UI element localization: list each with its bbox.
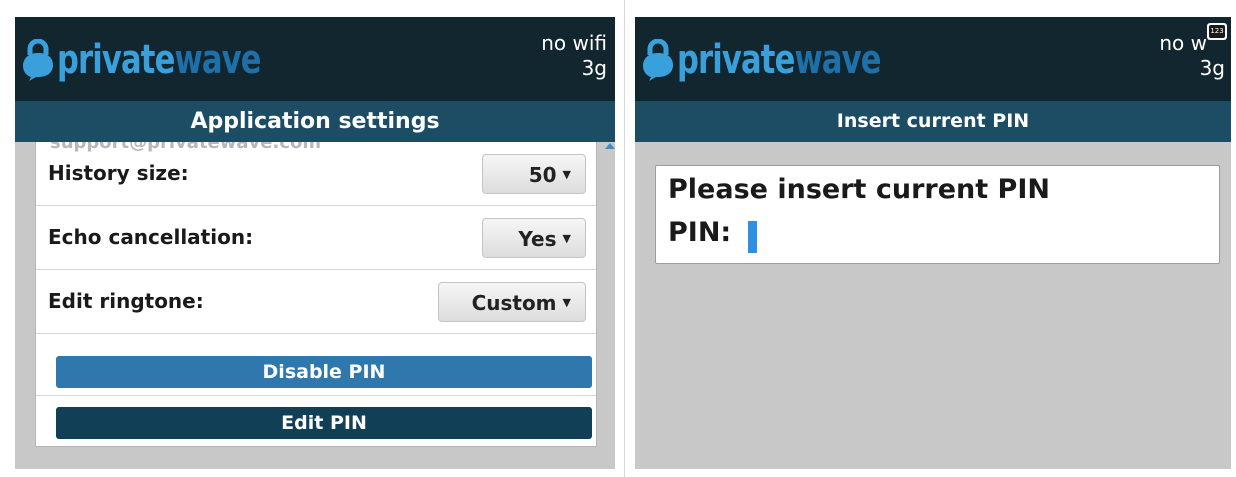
logo-text-private: private bbox=[677, 37, 795, 83]
chevron-down-icon: ▼ bbox=[562, 231, 571, 245]
echo-cancellation-dropdown[interactable]: Yes ▼ bbox=[482, 218, 586, 258]
privatewave-logo: privatewave bbox=[643, 35, 917, 85]
history-size-label: History size: bbox=[48, 161, 189, 185]
settings-panel: support@privatewave.com History size: 50… bbox=[35, 142, 597, 447]
setting-row-history-size: History size: 50 ▼ bbox=[36, 142, 596, 206]
wifi-status: no wifi bbox=[541, 31, 607, 55]
settings-screen: privatewave no wifi 3g Application setti… bbox=[15, 17, 615, 469]
page-title: Application settings bbox=[15, 101, 615, 142]
pin-label: PIN: bbox=[668, 217, 732, 248]
screenshot-divider bbox=[624, 0, 625, 477]
setting-row-echo-cancellation: Echo cancellation: Yes ▼ bbox=[36, 206, 596, 270]
history-size-dropdown[interactable]: 50 ▼ bbox=[482, 154, 586, 194]
pin-prompt: Please insert current PIN bbox=[668, 174, 1050, 205]
history-size-value: 50 bbox=[528, 163, 557, 187]
divider bbox=[36, 395, 596, 396]
network-status: 3g bbox=[1199, 56, 1225, 80]
top-bar: privatewave no wifi 3g bbox=[15, 17, 615, 101]
setting-row-edit-ringtone: Edit ringtone: Custom ▼ bbox=[36, 270, 596, 334]
wifi-status: no w bbox=[1159, 31, 1207, 55]
lock-icon bbox=[643, 39, 673, 81]
echo-cancellation-value: Yes bbox=[518, 227, 557, 251]
edit-pin-button[interactable]: Edit PIN bbox=[56, 407, 592, 439]
logo-text: privatewave bbox=[57, 37, 262, 83]
lock-icon bbox=[23, 39, 53, 81]
logo-text-wave: wave bbox=[174, 37, 261, 83]
logo-text: privatewave bbox=[677, 37, 882, 83]
connection-status: no wifi 3g bbox=[541, 31, 607, 81]
network-status: 3g bbox=[581, 56, 607, 80]
keyboard-icon[interactable]: 123 bbox=[1207, 23, 1227, 40]
ringtone-value: Custom bbox=[471, 291, 557, 315]
ringtone-dropdown[interactable]: Custom ▼ bbox=[438, 282, 586, 322]
echo-cancellation-label: Echo cancellation: bbox=[48, 225, 254, 249]
disable-pin-button[interactable]: Disable PIN bbox=[56, 356, 592, 388]
logo-text-wave: wave bbox=[794, 37, 881, 83]
edit-ringtone-label: Edit ringtone: bbox=[48, 289, 204, 313]
top-bar: privatewave no w 3g 123 bbox=[635, 17, 1231, 101]
privatewave-logo: privatewave bbox=[23, 35, 297, 85]
logo-text-private: private bbox=[57, 37, 175, 83]
page-title: Insert current PIN bbox=[635, 101, 1231, 142]
pin-dialog: Please insert current PIN PIN: bbox=[655, 165, 1220, 264]
pin-input-cursor[interactable] bbox=[748, 221, 757, 253]
keyboard-icon-label: 123 bbox=[1209, 25, 1225, 38]
scroll-up-indicator[interactable] bbox=[605, 143, 615, 149]
insert-pin-screen: privatewave no w 3g 123 Insert current P… bbox=[635, 17, 1231, 469]
chevron-down-icon: ▼ bbox=[562, 295, 571, 309]
chevron-down-icon: ▼ bbox=[562, 167, 571, 181]
